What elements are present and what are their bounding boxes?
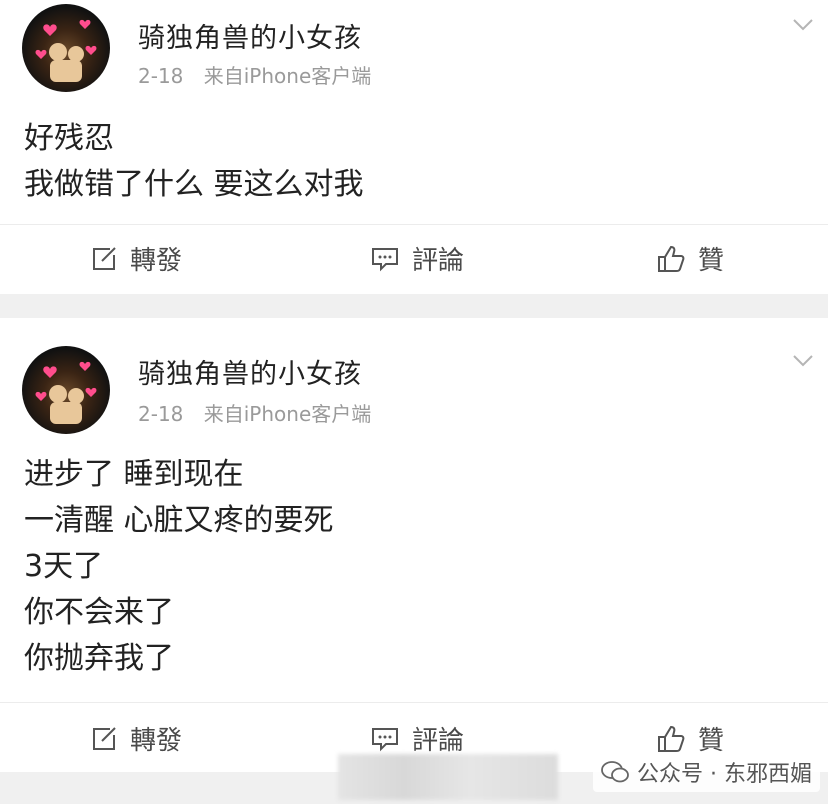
- watermark: 公众号 · 东邪西媚: [593, 752, 820, 792]
- avatar[interactable]: [22, 4, 110, 92]
- avatar[interactable]: [22, 346, 110, 434]
- post-line: 你抛弃我了: [24, 641, 174, 676]
- username[interactable]: 骑独角兽的小女孩: [138, 352, 362, 391]
- post-line: 好残忍: [24, 121, 114, 156]
- username[interactable]: 骑独角兽的小女孩: [138, 16, 362, 55]
- repost-icon: [93, 246, 116, 270]
- like-label: 贊: [698, 246, 725, 276]
- blurred-area: [338, 754, 558, 800]
- repost-button[interactable]: 轉發: [90, 720, 182, 757]
- post-date: 2-18: [138, 402, 184, 426]
- post-card: 骑独角兽的小女孩 2-18 来自iPhone客户端 进步了 睡到现在 一清醒 心…: [0, 318, 828, 772]
- comment-button[interactable]: 評論: [370, 240, 464, 277]
- like-button[interactable]: 贊: [656, 240, 724, 277]
- post-source: 来自iPhone客户端: [203, 402, 372, 426]
- repost-icon: [93, 726, 116, 750]
- comment-icon: [372, 727, 398, 751]
- post-meta: 2-18 来自iPhone客户端: [138, 60, 371, 89]
- chevron-down-icon[interactable]: [792, 18, 814, 32]
- comment-label: 評論: [412, 246, 465, 276]
- comment-icon: [372, 247, 398, 271]
- divider: [0, 224, 828, 225]
- wechat-icon: [601, 761, 629, 783]
- thumbs-up-icon: [658, 725, 685, 752]
- post-line: 你不会来了: [24, 595, 174, 630]
- post-card: 骑独角兽的小女孩 2-18 来自iPhone客户端 好残忍 我做错了什么 要这么…: [0, 0, 828, 294]
- post-meta: 2-18 来自iPhone客户端: [138, 398, 371, 427]
- post-content: 进步了 睡到现在 一清醒 心脏又疼的要死 3天了 你不会来了 你抛弃我了: [24, 452, 334, 682]
- post-content: 好残忍 我做错了什么 要这么对我: [24, 116, 364, 208]
- post-line: 3天了: [24, 549, 104, 584]
- chevron-down-icon[interactable]: [792, 354, 814, 368]
- post-line: 一清醒 心脏又疼的要死: [24, 503, 334, 538]
- repost-label: 轉發: [130, 726, 183, 756]
- divider: [0, 702, 828, 703]
- post-source: 来自iPhone客户端: [203, 64, 372, 88]
- comment-button[interactable]: 評論: [370, 720, 464, 757]
- post-date: 2-18: [138, 64, 184, 88]
- watermark-text: 公众号 · 东邪西媚: [637, 762, 812, 787]
- comment-label: 評論: [412, 726, 465, 756]
- post-line: 进步了 睡到现在: [24, 457, 244, 492]
- thumbs-up-icon: [658, 245, 685, 272]
- repost-button[interactable]: 轉發: [90, 240, 182, 277]
- post-line: 我做错了什么 要这么对我: [24, 167, 364, 202]
- repost-label: 轉發: [130, 246, 183, 276]
